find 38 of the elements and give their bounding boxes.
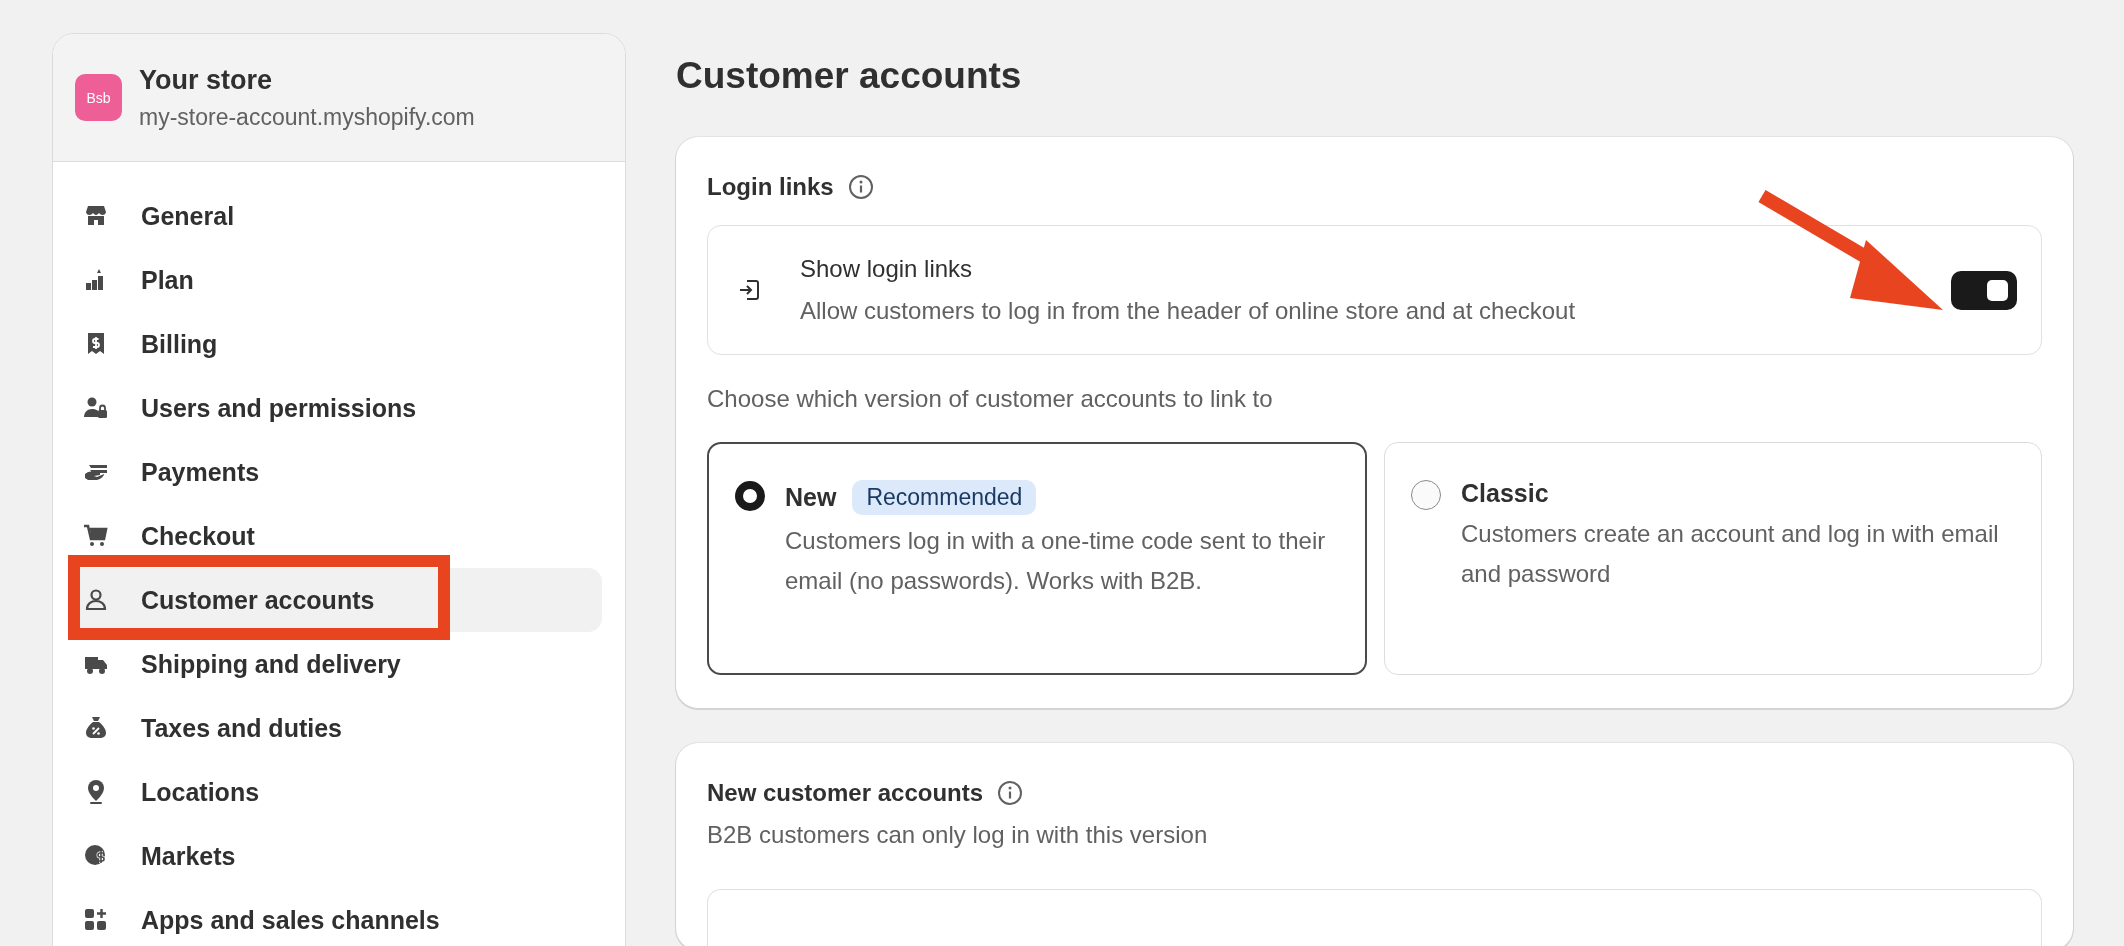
sidebar-item[interactable]: Checkout — [68, 504, 602, 568]
toggle-switch[interactable] — [1951, 270, 2017, 310]
option-title: New — [785, 483, 837, 512]
page-title: Customer accounts — [676, 55, 1023, 97]
option-description: Customers log in with a one-time code sent to their email (no passwords). Works with B2B. — [785, 526, 1327, 596]
nav-icon — [83, 395, 109, 421]
sidebar-item[interactable]: Billing — [68, 312, 602, 376]
card-title: New customer accounts — [707, 779, 984, 807]
choose-label: Choose which version of customer accounts to link to — [707, 385, 1274, 413]
nav-icon — [83, 907, 109, 933]
card-title: Login links — [707, 173, 834, 201]
option-description: Customers create an account and log in with email and password — [1461, 519, 2000, 589]
sidebar-item[interactable]: Payments — [68, 440, 602, 504]
radio-button[interactable] — [1411, 480, 1441, 510]
info-icon[interactable] — [997, 780, 1024, 806]
nav-icon — [83, 715, 109, 741]
option-card[interactable]: New Recommended Customers log in with a one-time code sent to their email (no passwords). Works with B2B. — [707, 442, 1367, 675]
setting-title: Show login links — [800, 255, 974, 283]
sidebar-item[interactable]: General — [68, 184, 602, 248]
sidebar-item[interactable]: Markets — [68, 824, 602, 888]
recommended-badge: Recommended — [852, 480, 1037, 515]
sidebar-item[interactable]: Shipping and delivery — [68, 632, 602, 696]
store-name: Your store — [139, 64, 274, 96]
sidebar-item[interactable]: Taxes and duties — [68, 696, 602, 760]
option-card[interactable]: Classic Customers create an account and log in with email and password — [1384, 442, 2042, 675]
sidebar-item[interactable]: Apps and sales channels — [68, 888, 602, 946]
sidebar-item[interactable]: Plan — [68, 248, 602, 312]
radio-button[interactable] — [735, 481, 765, 511]
setting-description: Allow customers to log in from the header of online store and at checkout — [800, 297, 1577, 325]
info-icon[interactable] — [847, 174, 874, 200]
sidebar-item[interactable]: Locations — [68, 760, 602, 824]
nav-icon — [83, 587, 109, 613]
store-avatar: Bsb — [75, 74, 122, 121]
card-subtitle: B2B customers can only log in with this version — [707, 821, 1209, 849]
store-domain: my-store-account.myshopify.com — [139, 103, 475, 131]
sidebar-item[interactable]: Users and permissions — [68, 376, 602, 440]
nav-icon — [83, 523, 109, 549]
option-title: Classic — [1461, 479, 1549, 508]
